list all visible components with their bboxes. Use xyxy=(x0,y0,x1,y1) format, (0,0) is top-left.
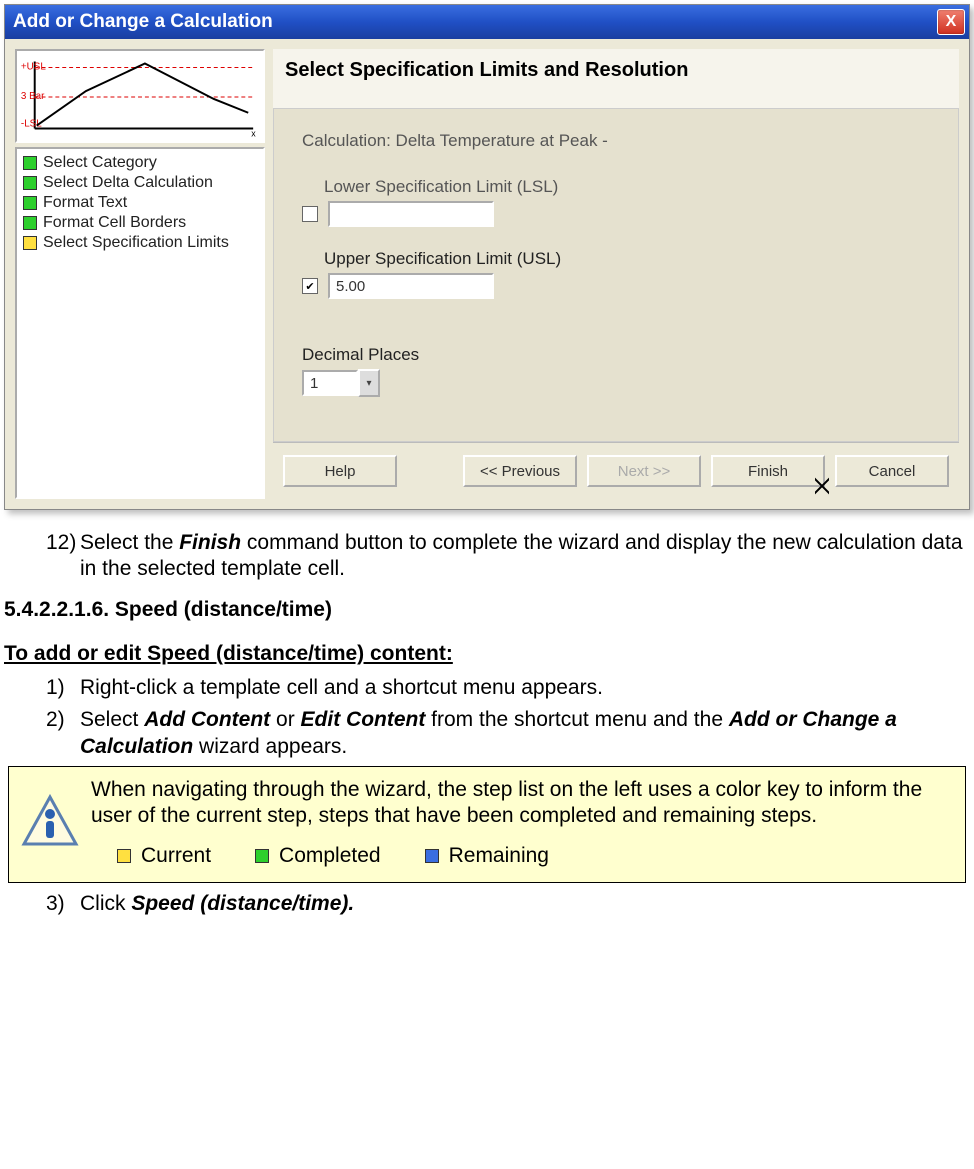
decimal-places-value: 1 xyxy=(302,370,358,396)
cancel-button[interactable]: Cancel xyxy=(835,455,949,487)
step-item: Select Category xyxy=(23,153,257,173)
decimal-places-label: Decimal Places xyxy=(302,345,930,365)
window-title: Add or Change a Calculation xyxy=(13,11,273,33)
svg-text:3 Bar: 3 Bar xyxy=(21,91,45,102)
info-content: When navigating through the wizard, the … xyxy=(91,777,955,870)
step-label: Format Cell Borders xyxy=(43,214,186,232)
item-text: Click Speed (distance/time). xyxy=(80,891,354,917)
step-list: Select Category Select Delta Calculation… xyxy=(15,147,265,499)
right-panel: Select Specification Limits and Resoluti… xyxy=(273,49,959,499)
calculation-label: Calculation: Delta Temperature at Peak - xyxy=(302,131,930,151)
lsl-input[interactable] xyxy=(328,201,494,227)
list-item: 12) Select the Finish command button to … xyxy=(46,530,970,583)
step-label: Format Text xyxy=(43,194,127,212)
list-item: 2) Select Add Content or Edit Content fr… xyxy=(46,707,970,760)
page-header: Select Specification Limits and Resoluti… xyxy=(273,49,959,109)
titlebar: Add or Change a Calculation X xyxy=(5,5,969,39)
square-icon xyxy=(255,849,269,863)
legend-remaining: Remaining xyxy=(425,843,549,869)
decimal-places-select[interactable]: 1 ▾ xyxy=(302,369,380,397)
list-item: 3) Click Speed (distance/time). xyxy=(46,891,970,917)
step-status-icon xyxy=(23,196,37,210)
previous-button[interactable]: << Previous xyxy=(463,455,577,487)
step-status-icon xyxy=(23,236,37,250)
legend-current: Current xyxy=(117,843,211,869)
step-status-icon xyxy=(23,176,37,190)
form-area: Calculation: Delta Temperature at Peak -… xyxy=(273,109,959,442)
info-box: When navigating through the wizard, the … xyxy=(8,766,966,883)
svg-text:x: x xyxy=(251,128,256,138)
document-text: 12) Select the Finish command button to … xyxy=(0,510,974,931)
close-icon: X xyxy=(946,13,957,31)
usl-input[interactable]: 5.00 xyxy=(328,273,494,299)
step-item: Select Specification Limits xyxy=(23,233,257,253)
item-number: 1) xyxy=(46,675,80,701)
help-button[interactable]: Help xyxy=(283,455,397,487)
item-number: 3) xyxy=(46,891,80,917)
section-heading: 5.4.2.2.1.6. Speed (distance/time) xyxy=(4,597,970,623)
legend-completed: Completed xyxy=(255,843,381,869)
square-icon xyxy=(425,849,439,863)
button-row: Help << Previous Next >> Finish Cancel xyxy=(273,442,959,499)
step-item: Format Text xyxy=(23,193,257,213)
square-icon xyxy=(117,849,131,863)
info-icon xyxy=(19,792,81,854)
svg-text:+USL: +USL xyxy=(21,61,46,72)
lsl-label: Lower Specification Limit (LSL) xyxy=(324,177,930,197)
step-status-icon xyxy=(23,216,37,230)
lsl-checkbox[interactable] xyxy=(302,206,318,222)
step-item: Format Cell Borders xyxy=(23,213,257,233)
step-label: Select Category xyxy=(43,154,157,172)
left-panel: +USL 3 Bar -LSL x Select Category Select… xyxy=(15,49,265,499)
step-status-icon xyxy=(23,156,37,170)
usl-label: Upper Specification Limit (USL) xyxy=(324,249,930,269)
step-item: Select Delta Calculation xyxy=(23,173,257,193)
info-text: When navigating through the wizard, the … xyxy=(91,777,955,830)
preview-chart: +USL 3 Bar -LSL x xyxy=(15,49,265,143)
usl-checkbox[interactable]: ✔ xyxy=(302,278,318,294)
legend: Current Completed Remaining xyxy=(117,843,955,869)
item-number: 12) xyxy=(46,530,80,583)
finish-button[interactable]: Finish xyxy=(711,455,825,487)
wizard-dialog: Add or Change a Calculation X +USL 3 Bar… xyxy=(4,4,970,510)
step-label: Select Delta Calculation xyxy=(43,174,213,192)
dialog-body: +USL 3 Bar -LSL x Select Category Select… xyxy=(5,39,969,509)
item-text: Select Add Content or Edit Content from … xyxy=(80,707,970,760)
chevron-down-icon[interactable]: ▾ xyxy=(358,369,380,397)
item-text: Select the Finish command button to comp… xyxy=(80,530,970,583)
item-number: 2) xyxy=(46,707,80,760)
item-text: Right-click a template cell and a shortc… xyxy=(80,675,603,701)
step-label: Select Specification Limits xyxy=(43,234,229,252)
list-item: 1) Right-click a template cell and a sho… xyxy=(46,675,970,701)
next-button: Next >> xyxy=(587,455,701,487)
sub-heading: To add or edit Speed (distance/time) con… xyxy=(4,641,970,667)
close-button[interactable]: X xyxy=(937,9,965,35)
